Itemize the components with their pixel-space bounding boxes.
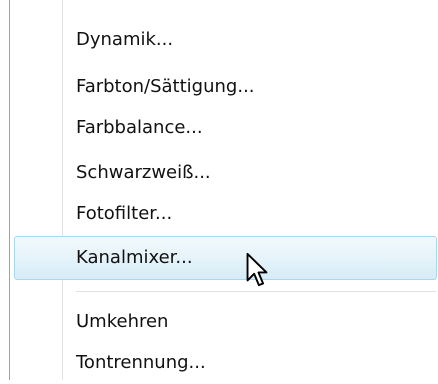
menu-item-label: Schwarzweiß... [76,162,211,183]
menu-item-label: Fotofilter... [76,203,173,224]
menu-item-farbbalance[interactable]: Farbbalance... [14,107,437,149]
menu-item-farbton-saettigung[interactable]: Farbton/Sättigung... [14,66,437,108]
menu-separator [76,291,436,292]
context-menu: Dynamik... Farbton/Sättigung... Farbbala… [0,0,438,380]
menu-item-kanalmixer[interactable]: Kanalmixer... [14,236,437,280]
menu-item-label: Farbbalance... [76,117,203,138]
menu-item-label: Farbton/Sättigung... [76,76,255,97]
menu-item-umkehren[interactable]: Umkehren [14,301,437,343]
menu-item-label: Umkehren [76,311,169,332]
menu-item-fotofilter[interactable]: Fotofilter... [14,193,437,235]
menu-item-label: Dynamik... [76,29,174,50]
menu-item-schwarzweiss[interactable]: Schwarzweiß... [14,152,437,194]
menu-item-dynamik[interactable]: Dynamik... [14,19,437,61]
menu-item-tontrennung[interactable]: Tontrennung... [14,342,437,384]
menu-left-border [9,0,10,380]
arrow-cursor-icon [246,252,268,287]
menu-item-label: Kanalmixer... [76,247,193,268]
menu-item-label: Tontrennung... [76,352,206,373]
